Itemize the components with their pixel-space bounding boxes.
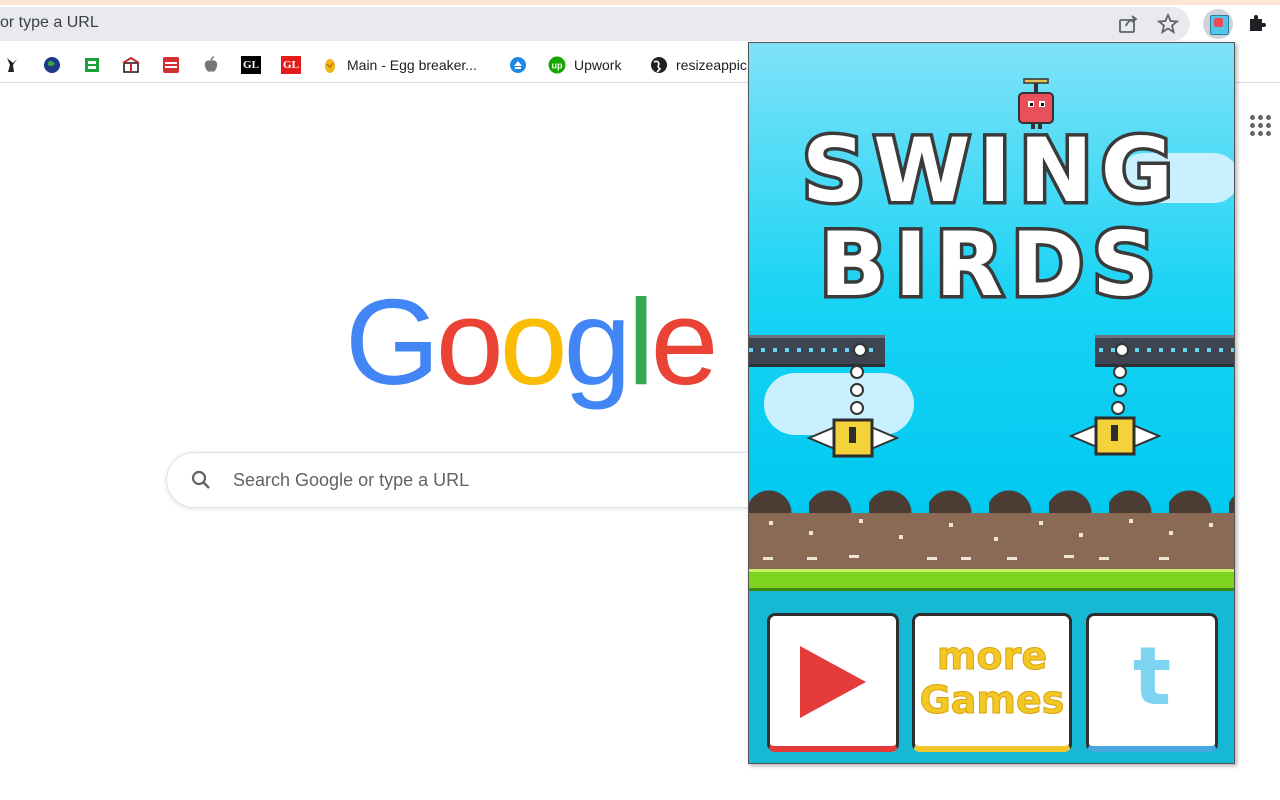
bookmark-item[interactable]: [202, 55, 220, 75]
play-icon: [800, 646, 866, 718]
green-badge-icon: [85, 58, 99, 72]
upwork-icon: up: [548, 56, 566, 74]
more-games-line1: more: [936, 634, 1048, 679]
bookmark-resizeappicon[interactable]: resizeappic: [650, 55, 747, 75]
ground-speckles: [763, 519, 1213, 560]
globe-blue-icon: [44, 57, 60, 73]
grass-strip: [749, 569, 1234, 591]
bookmark-item[interactable]: [43, 55, 61, 75]
address-bar[interactable]: [0, 7, 1190, 41]
apple-icon: [204, 56, 218, 72]
bookmark-label: Main - Egg breaker...: [347, 57, 477, 73]
play-button[interactable]: [767, 613, 899, 752]
game-title-birds: BIRDS: [816, 211, 1164, 318]
window-top-accent: [0, 0, 1280, 5]
winged-block-obstacle: [1069, 416, 1161, 456]
gift-icon: [122, 56, 140, 73]
bookmark-item[interactable]: [3, 55, 21, 75]
logo-letter: o: [435, 274, 504, 410]
globe-icon: [651, 57, 667, 73]
search-icon: [191, 470, 210, 489]
chain-link: [1111, 401, 1125, 415]
bookmark-item[interactable]: GL: [241, 55, 261, 75]
game-title-swing: SWING: [798, 117, 1182, 224]
svg-text:up: up: [552, 61, 563, 71]
search-placeholder[interactable]: Search Google or type a URL: [233, 470, 469, 491]
share-icon[interactable]: [1117, 13, 1139, 35]
bookmark-label: resizeappic: [676, 57, 747, 73]
gl-red-icon: GL: [281, 56, 301, 74]
logo-letter: l: [627, 274, 654, 410]
swing-birds-popup[interactable]: SWING BIRDS more Games t: [748, 42, 1235, 764]
bookmark-item[interactable]: [122, 55, 140, 75]
hand-icon: [7, 58, 17, 72]
more-games-line2: Games: [919, 678, 1065, 723]
swing-birds-extension-icon[interactable]: [1203, 9, 1233, 39]
logo-letter: o: [499, 274, 568, 410]
bookmark-item[interactable]: GL: [281, 55, 301, 75]
bookmark-item[interactable]: [162, 55, 180, 75]
google-apps-grid-icon[interactable]: [1250, 115, 1274, 139]
more-games-button[interactable]: more Games: [912, 613, 1072, 752]
holy-bible-icon: [163, 57, 179, 73]
winged-block-obstacle: [807, 418, 899, 458]
more-games-label: more Games: [915, 634, 1069, 723]
logo-letter: G: [345, 274, 440, 410]
chain-link: [853, 343, 867, 357]
bookmark-label: Upwork: [574, 57, 622, 73]
bookmark-item[interactable]: [509, 55, 527, 75]
twitter-button[interactable]: t: [1086, 613, 1218, 752]
address-bar-text[interactable]: or type a URL: [0, 14, 99, 32]
chain-link: [1113, 365, 1127, 379]
bookmark-item[interactable]: [83, 55, 101, 75]
extensions-puzzle-icon[interactable]: [1246, 12, 1268, 34]
chain-link: [850, 365, 864, 379]
chain-link: [850, 401, 864, 415]
chain-link: [1115, 343, 1129, 357]
bookmark-upwork[interactable]: up Upwork: [548, 55, 621, 75]
egg-icon: [325, 59, 335, 73]
bookmark-egg-breaker[interactable]: Main - Egg breaker...: [321, 55, 477, 75]
logo-letter: e: [650, 274, 719, 410]
google-logo: Google: [345, 274, 718, 410]
twitter-icon: t: [1132, 630, 1172, 723]
google-search-box[interactable]: Search Google or type a URL: [166, 452, 808, 508]
blue-circle-icon: [510, 57, 526, 73]
chain-link: [1113, 383, 1127, 397]
chain-link: [850, 383, 864, 397]
gl-black-icon: GL: [241, 56, 261, 74]
logo-letter: g: [563, 274, 632, 410]
bookmark-star-icon[interactable]: [1157, 13, 1179, 35]
